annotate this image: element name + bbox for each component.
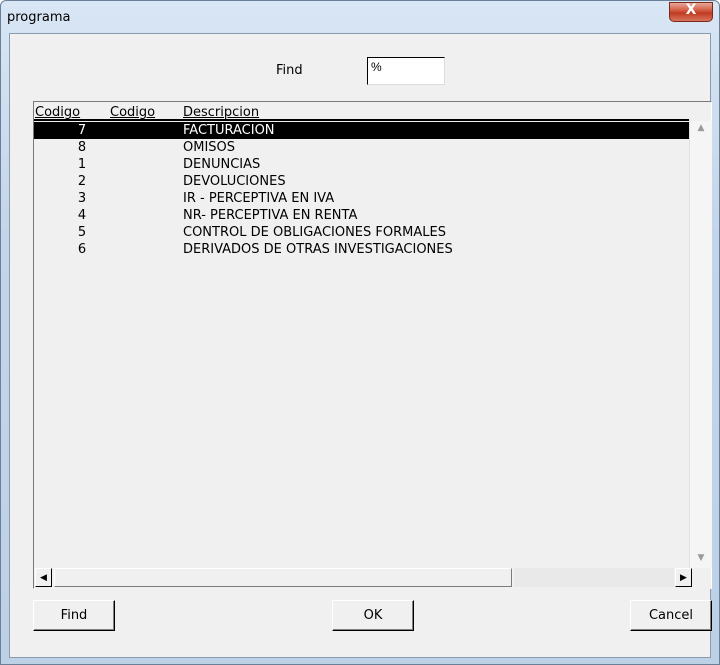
row-description: IR - PERCEPTIVA EN IVA (183, 191, 335, 206)
list-row[interactable]: 6 DERIVADOS DE OTRAS INVESTIGACIONES (34, 241, 689, 258)
row-description: DERIVADOS DE OTRAS INVESTIGACIONES (183, 242, 453, 257)
row-code: 2 (77, 174, 87, 189)
horizontal-scrollbar[interactable]: ◀ ▶ (34, 568, 711, 589)
column-header-descripcion[interactable]: Descripcion (183, 105, 259, 120)
row-code: 5 (77, 225, 87, 240)
row-description: DENUNCIAS (183, 157, 261, 172)
row-code: 6 (77, 242, 87, 257)
results-list: Codigo Codigo Descripcion 7 FACTURACION 8 O… (33, 101, 712, 589)
row-code: 7 (77, 123, 87, 138)
row-description: CONTROL DE OBLIGACIONES FORMALES (183, 225, 446, 240)
find-input[interactable]: % (367, 57, 445, 85)
scroll-left-icon[interactable]: ◀ (35, 568, 52, 587)
close-icon: X (685, 2, 697, 18)
horizontal-scroll-thumb[interactable] (54, 568, 512, 587)
vertical-scrollbar[interactable]: ▲ ▼ (689, 121, 712, 569)
row-description: OMISOS (183, 140, 236, 155)
find-button[interactable]: Find (33, 600, 115, 631)
horizontal-scroll-track[interactable] (514, 568, 674, 587)
header-divider (34, 119, 689, 121)
row-description: DEVOLUCIONES (183, 174, 286, 189)
list-header: Codigo Codigo Descripcion (34, 102, 711, 121)
list-row[interactable]: 7 FACTURACION (34, 122, 689, 139)
list-row[interactable]: 5 CONTROL DE OBLIGACIONES FORMALES (34, 224, 689, 241)
close-button[interactable]: X (669, 2, 713, 22)
column-header-codigo[interactable]: Codigo (35, 105, 80, 120)
row-description: NR- PERCEPTIVA EN RENTA (183, 208, 358, 223)
row-code: 1 (77, 157, 87, 172)
scroll-down-icon[interactable]: ▼ (694, 553, 708, 565)
scroll-right-icon[interactable]: ▶ (675, 568, 692, 587)
scroll-up-icon[interactable]: ▲ (694, 123, 708, 135)
list-row[interactable]: 2 DEVOLUCIONES (34, 173, 689, 190)
list-row[interactable]: 4 NR- PERCEPTIVA EN RENTA (34, 207, 689, 224)
find-label: Find (276, 63, 303, 78)
cancel-button[interactable]: Cancel (630, 600, 712, 631)
list-rows: 7 FACTURACION 8 OMISOS 1 DENUNCIAS 2 DEVOLUCION… (34, 122, 689, 258)
window-title: programa (7, 10, 71, 25)
row-description: FACTURACION (183, 123, 275, 138)
title-bar[interactable]: programa X (1, 1, 719, 33)
list-row[interactable]: 8 OMISOS (34, 139, 689, 156)
row-code: 4 (77, 208, 87, 223)
list-row[interactable]: 1 DENUNCIAS (34, 156, 689, 173)
column-header-codigo-2[interactable]: Codigo (110, 105, 155, 120)
row-code: 8 (77, 140, 87, 155)
list-row[interactable]: 3 IR - PERCEPTIVA EN IVA (34, 190, 689, 207)
row-code: 3 (77, 191, 87, 206)
ok-button[interactable]: OK (332, 600, 414, 631)
